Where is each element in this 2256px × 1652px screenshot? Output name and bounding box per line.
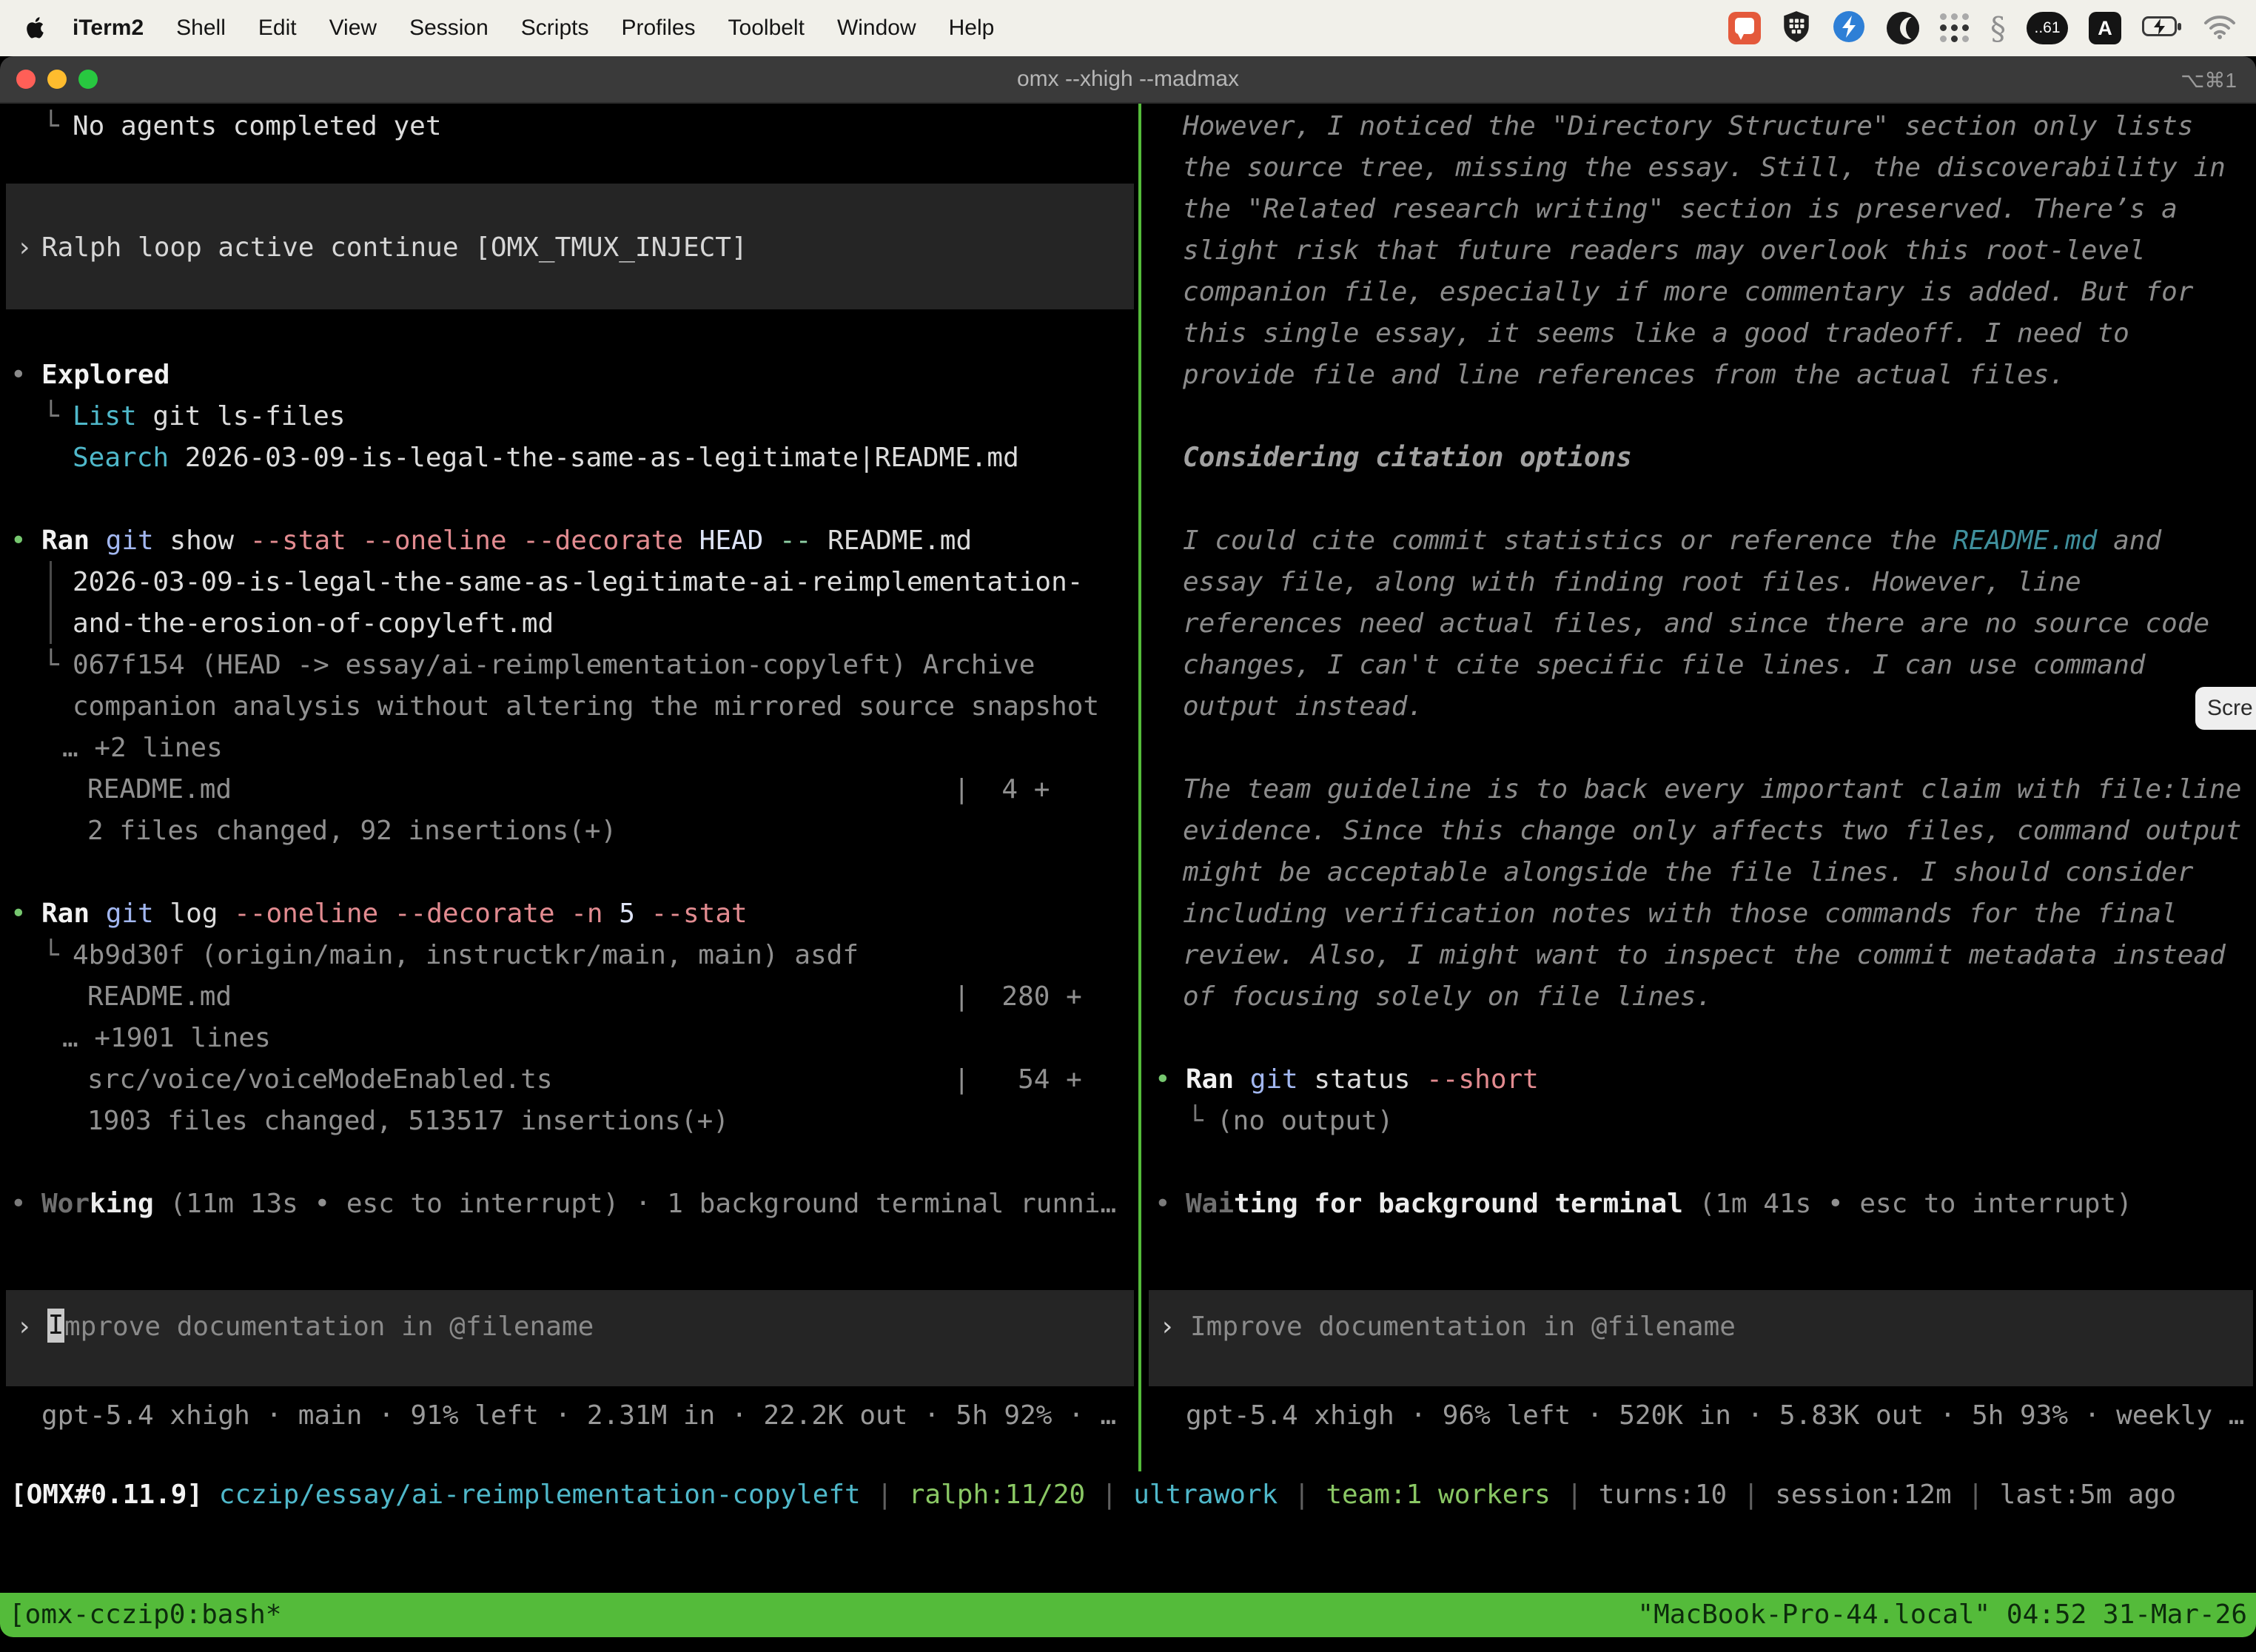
waiting-bullet: • (1155, 1187, 1171, 1220)
ralph-chevron: › (16, 231, 33, 264)
wifi-icon[interactable] (2203, 14, 2237, 43)
explored-list-line: List git ls-files (73, 400, 345, 433)
show-output-line: companion analysis without altering the … (73, 690, 1099, 723)
ran-status-bullet: • (1155, 1063, 1171, 1096)
show-output-line: and-the-erosion-of-copyleft.md (73, 607, 554, 640)
working-status-line: Working (11m 13s • esc to interrupt) · 1… (41, 1187, 1116, 1220)
tree-glyph: └ (1187, 1104, 1203, 1138)
desktop: iTerm2 Shell Edit View Session Scripts P… (0, 0, 2256, 1652)
right-model-status-line: gpt-5.4 xhigh · 96% left · 520K in · 5.8… (1186, 1399, 2244, 1432)
chat-app-icon[interactable] (1728, 12, 1761, 44)
reasoning-line: including verification notes with those … (1183, 897, 2178, 930)
tree-glyph: └ (43, 648, 59, 682)
menu-item-help[interactable]: Help (949, 16, 995, 41)
ran-git-log-command: Ran git log --oneline --decorate -n 5 --… (41, 897, 748, 930)
reasoning-line: of focusing solely on file lines. (1183, 980, 1712, 1013)
log-output-stat: README.md | 280 + (87, 980, 1082, 1013)
ran-git-status-command: Ran git status --short (1186, 1063, 1539, 1096)
reasoning-line: slight risk that future readers may over… (1183, 234, 2145, 267)
tree-glyph: └ (43, 400, 59, 433)
tmux-session-label: [omx-cczip0:bash* (9, 1593, 281, 1637)
waiting-status-line: Waiting for background terminal (1m 41s … (1186, 1187, 2132, 1220)
tree-glyph: └ (43, 110, 59, 143)
screen-share-button[interactable]: Scre (2195, 687, 2256, 730)
tree-glyph: └ (43, 939, 59, 972)
shield-icon[interactable] (1782, 10, 1811, 47)
tree-vertical-line (50, 561, 52, 644)
reasoning-line: changes, I can't cite specific file line… (1183, 648, 2145, 682)
reasoning-heading: Considering citation options (1183, 441, 1632, 474)
log-output-stat: src/voice/voiceModeEnabled.ts | 54 + (87, 1063, 1082, 1096)
reasoning-line: However, I noticed the "Directory Struct… (1183, 110, 2193, 143)
ralph-loop-text: Ralph loop active continue [OMX_TMUX_INJ… (41, 231, 748, 264)
reasoning-line: the source tree, missing the essay. Stil… (1183, 151, 2226, 184)
right-prompt-chevron: › (1159, 1310, 1175, 1343)
reasoning-line: the "Related research writing" section i… (1183, 192, 2178, 226)
menu-item-profiles[interactable]: Profiles (621, 16, 695, 41)
reasoning-line: essay file, along with finding root file… (1183, 565, 2081, 599)
menu-item-scripts[interactable]: Scripts (521, 16, 589, 41)
apple-logo-icon[interactable] (25, 17, 44, 39)
reasoning-line: The team guideline is to back every impo… (1183, 773, 2241, 806)
explored-search-line: Search 2026-03-09-is-legal-the-same-as-l… (73, 441, 1019, 474)
reasoning-line: I could cite commit statistics or refere… (1183, 524, 2161, 557)
reasoning-line: this single essay, it seems like a good … (1183, 317, 2129, 350)
no-output-line: (no output) (1217, 1104, 1393, 1138)
menu-item-edit[interactable]: Edit (258, 16, 297, 41)
menu-item-window[interactable]: Window (837, 16, 916, 41)
agents-note: No agents completed yet (73, 110, 442, 143)
explored-bullet: • (10, 358, 27, 392)
right-prompt-placeholder[interactable]: Improve documentation in @filename (1190, 1310, 1736, 1343)
explored-title: Explored (41, 358, 169, 392)
reasoning-line: references need actual files, and since … (1183, 607, 2209, 640)
show-output-summary: 2 files changed, 92 insertions(+) (87, 814, 617, 847)
s-curl-icon[interactable]: § (1990, 10, 2006, 47)
macos-menu-bar: iTerm2 Shell Edit View Session Scripts P… (0, 0, 2256, 56)
show-output-stat: README.md | 4 + (87, 773, 1050, 806)
terminal-content: └ No agents completed yet › Ralph loop a… (0, 104, 2256, 1652)
left-model-status-line: gpt-5.4 xhigh · main · 91% left · 2.31M … (41, 1399, 1116, 1432)
show-output-line: 067f154 (HEAD -> essay/ai-reimplementati… (73, 648, 1035, 682)
reasoning-line: evidence. Since this change only affects… (1183, 814, 2241, 847)
reasoning-line: review. Also, I might want to inspect th… (1183, 939, 2226, 972)
log-output-ellipsis: … +1901 lines (62, 1021, 271, 1055)
menu-item-iterm2[interactable]: iTerm2 (73, 16, 144, 41)
menu-item-session[interactable]: Session (409, 16, 489, 41)
pane-divider[interactable] (1138, 104, 1141, 1471)
ran-git-show-command: Ran git show --stat --oneline --decorate… (41, 524, 972, 557)
dots-grid-icon[interactable] (1940, 13, 1970, 43)
window-title: omx --xhigh --madmax (0, 67, 2256, 92)
tmux-host-clock: "MacBook-Pro-44.local" 04:52 31-Mar-26 (1637, 1593, 2247, 1637)
window-title-bar: omx --xhigh --madmax ⌥⌘1 (0, 56, 2256, 104)
battery-percent-badge-icon[interactable]: ..61 (2027, 12, 2068, 44)
window-shortcut-badge: ⌥⌘1 (2181, 68, 2237, 93)
reasoning-line: companion file, especially if more comme… (1183, 275, 2193, 309)
battery-icon[interactable] (2142, 16, 2182, 41)
left-prompt-chevron: › (16, 1310, 33, 1343)
log-output-line: 4b9d30f (origin/main, instructkr/main, m… (73, 939, 859, 972)
reasoning-line: provide file and line references from th… (1183, 358, 2065, 392)
reasoning-line: output instead. (1183, 690, 1423, 723)
crescent-app-icon[interactable] (1887, 12, 1919, 44)
menu-item-toolbelt[interactable]: Toolbelt (728, 16, 805, 41)
reasoning-line: might be acceptable alongside the file l… (1183, 856, 2193, 889)
ran-log-bullet: • (10, 897, 27, 930)
show-output-line: 2026-03-09-is-legal-the-same-as-legitima… (73, 565, 1083, 599)
omx-status-bar: [OMX#0.11.9] cczip/essay/ai-reimplementa… (10, 1478, 2176, 1511)
log-output-summary: 1903 files changed, 513517 insertions(+) (87, 1104, 729, 1138)
show-output-ellipsis: … +2 lines (62, 731, 223, 765)
bolt-badge-icon[interactable] (1832, 10, 1866, 47)
working-bullet: • (10, 1187, 27, 1220)
a-badge-icon[interactable]: A (2089, 12, 2121, 44)
text-cursor: I (47, 1309, 64, 1343)
menu-status-icons: § ..61 A (1728, 0, 2237, 56)
left-prompt-placeholder[interactable]: mprove documentation in @filename (64, 1310, 594, 1343)
ran-show-bullet: • (10, 524, 27, 557)
tmux-status-bar: [omx-cczip0:bash* "MacBook-Pro-44.local"… (0, 1593, 2256, 1637)
menu-item-view[interactable]: View (329, 16, 377, 41)
menu-item-shell[interactable]: Shell (176, 16, 226, 41)
